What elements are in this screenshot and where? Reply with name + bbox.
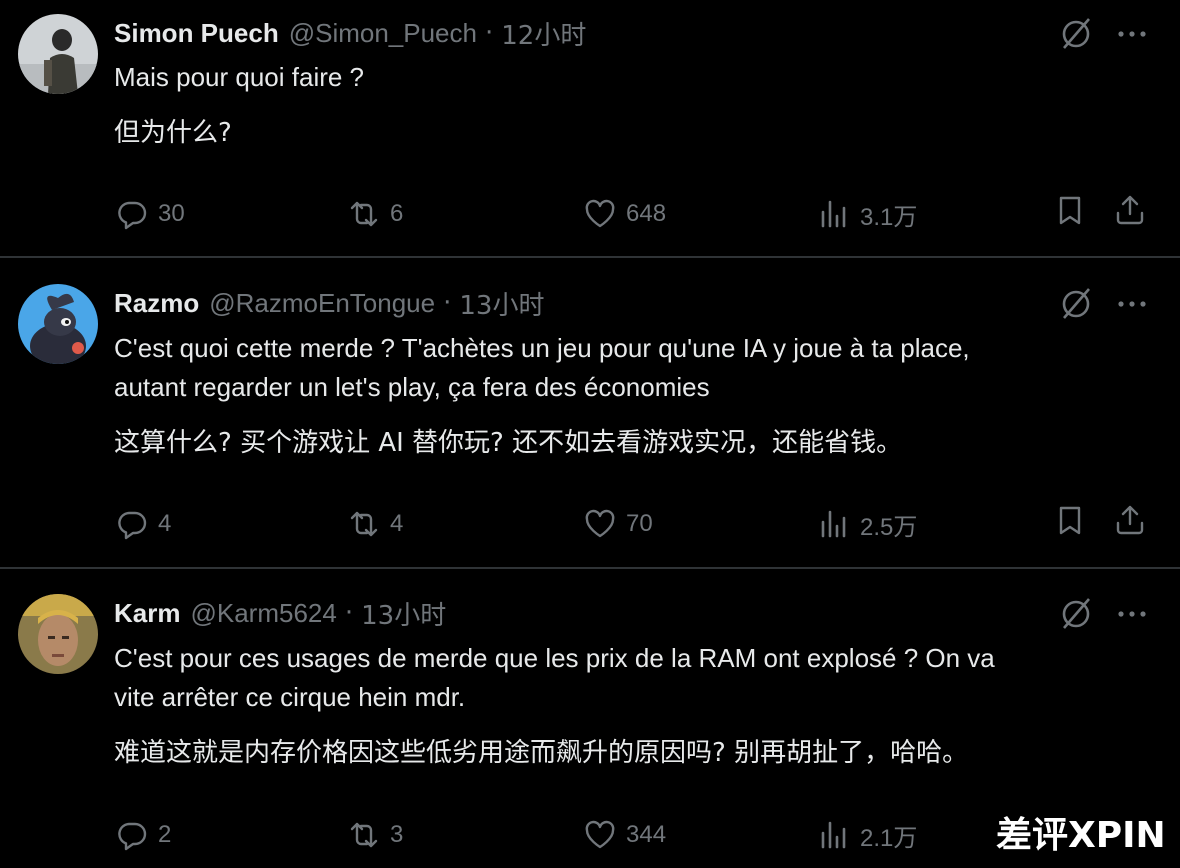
view-count: 2.1万 — [860, 824, 918, 852]
tweet-text-original: Mais pour quoi faire ? — [114, 62, 365, 92]
view-count: 3.1万 — [860, 203, 918, 231]
tweet-translation: 但为什么? — [114, 118, 232, 148]
reply-count: 30 — [158, 200, 185, 227]
tweet-text: C'est pour ces usages de merde que les p… — [114, 639, 1154, 717]
share-button[interactable] — [1114, 504, 1146, 540]
timestamp[interactable]: 13小时 — [361, 595, 446, 632]
heart-icon — [585, 199, 615, 228]
retweet-icon — [350, 822, 378, 848]
share-button[interactable] — [1114, 194, 1146, 230]
action-bar: 4 4 70 2.5万 — [0, 504, 1180, 544]
views-button[interactable]: 3.1万 — [818, 194, 917, 234]
tweet-text-original-line1: C'est quoi cette merde ? T'achètes un je… — [114, 333, 970, 363]
tweet-text-original-line2: autant regarder un let's play, ça fera d… — [114, 372, 710, 402]
tweet[interactable]: Simon Puech @Simon_Puech · 12小时 Mais pou… — [0, 0, 1180, 258]
views-button[interactable]: 2.5万 — [818, 504, 917, 544]
like-button[interactable]: 344 — [584, 815, 666, 855]
author-name[interactable]: Razmo — [114, 288, 199, 319]
retweet-button[interactable]: 3 — [348, 815, 403, 855]
grok-icon[interactable] — [1058, 286, 1094, 322]
analytics-icon — [821, 510, 846, 538]
tweet-translation: 这算什么? 买个游戏让 AI 替你玩? 还不如去看游戏实况，还能省钱。 — [114, 428, 903, 458]
grok-icon[interactable] — [1058, 596, 1094, 632]
action-bar: 30 6 648 3.1万 — [0, 194, 1180, 234]
tweet-header: Razmo @RazmoEnTongue · 13小时 — [114, 285, 544, 321]
avatar[interactable] — [18, 14, 98, 94]
bookmark-button[interactable] — [1054, 194, 1086, 230]
reply-count: 4 — [158, 510, 172, 537]
separator-dot: · — [344, 598, 354, 628]
heart-icon — [585, 820, 615, 849]
reply-icon — [118, 822, 147, 851]
retweet-button[interactable]: 6 — [348, 194, 403, 234]
like-count: 70 — [626, 510, 653, 537]
retweet-icon — [350, 511, 378, 537]
author-name[interactable]: Karm — [114, 598, 180, 629]
analytics-icon — [821, 200, 846, 228]
bookmark-button[interactable] — [1054, 504, 1086, 540]
reply-button[interactable]: 30 — [116, 194, 185, 234]
like-count: 344 — [626, 821, 667, 848]
tweet-header: Simon Puech @Simon_Puech · 12小时 — [114, 15, 586, 51]
reply-icon — [118, 201, 147, 230]
reply-count: 2 — [158, 821, 172, 848]
retweet-count: 3 — [390, 821, 404, 848]
separator-dot: · — [443, 288, 452, 318]
view-count: 2.5万 — [860, 513, 918, 541]
author-handle[interactable]: @Karm5624 — [190, 598, 336, 629]
timestamp[interactable]: 13小时 — [459, 285, 544, 322]
tweet-text: C'est quoi cette merde ? T'achètes un je… — [114, 329, 1154, 407]
more-options-icon[interactable] — [1112, 16, 1152, 52]
tweet-text-original-line2: vite arrêter ce cirque hein mdr. — [114, 682, 466, 712]
more-options-icon[interactable] — [1112, 286, 1152, 322]
avatar[interactable] — [18, 594, 98, 674]
avatar-cartoon-icon — [18, 284, 98, 364]
author-name[interactable]: Simon Puech — [114, 18, 279, 49]
watermark-logo: 差评XPIN — [996, 815, 1166, 856]
author-handle[interactable]: @Simon_Puech — [289, 18, 477, 49]
more-options-icon[interactable] — [1112, 596, 1152, 632]
reply-icon — [118, 511, 147, 540]
retweet-count: 4 — [390, 510, 404, 537]
grok-icon[interactable] — [1058, 16, 1094, 52]
bookmark-icon — [1059, 506, 1081, 535]
avatar-person-icon — [18, 14, 98, 94]
tweet-header: Karm @Karm5624 · 13小时 — [114, 595, 446, 631]
separator-dot: · — [484, 18, 494, 48]
avatar[interactable] — [18, 284, 98, 364]
tweet[interactable]: Razmo @RazmoEnTongue · 13小时 C'est quoi c… — [0, 258, 1180, 569]
share-icon — [1116, 195, 1144, 225]
retweet-count: 6 — [390, 200, 404, 227]
reply-button[interactable]: 4 — [116, 504, 171, 544]
like-button[interactable]: 648 — [584, 194, 666, 234]
tweet-translation: 难道这就是内存价格因这些低劣用途而飙升的原因吗? 别再胡扯了，哈哈。 — [114, 738, 969, 768]
retweet-icon — [350, 201, 378, 227]
bookmark-icon — [1059, 196, 1081, 225]
like-button[interactable]: 70 — [584, 504, 653, 544]
like-count: 648 — [626, 200, 667, 227]
heart-icon — [585, 509, 615, 538]
reply-button[interactable]: 2 — [116, 815, 171, 855]
retweet-button[interactable]: 4 — [348, 504, 403, 544]
timestamp[interactable]: 12小时 — [501, 15, 586, 52]
tweet-text: Mais pour quoi faire ? — [114, 58, 1154, 97]
avatar-face-icon — [18, 594, 98, 674]
share-icon — [1116, 505, 1144, 535]
views-button[interactable]: 2.1万 — [818, 815, 917, 855]
author-handle[interactable]: @RazmoEnTongue — [209, 288, 435, 319]
tweet-text-original-line1: C'est pour ces usages de merde que les p… — [114, 643, 995, 673]
analytics-icon — [821, 821, 846, 849]
